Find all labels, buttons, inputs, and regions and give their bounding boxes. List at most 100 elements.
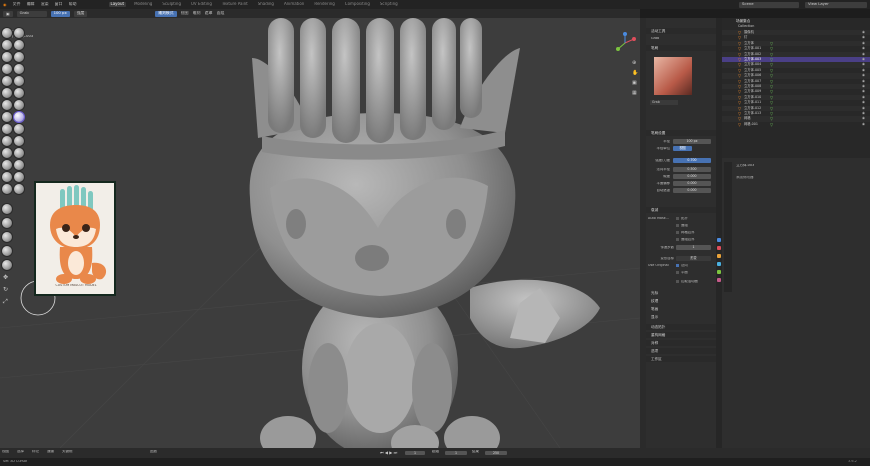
- brush-section-header[interactable]: 笔刷: [646, 45, 716, 51]
- clay-brush-icon[interactable]: [2, 40, 12, 50]
- radius-field[interactable]: 100 px: [50, 10, 70, 17]
- menu-help[interactable]: 帮助: [69, 2, 77, 6]
- orig-normal-checkbox[interactable]: [676, 264, 679, 267]
- collection-row[interactable]: Collection: [722, 24, 870, 29]
- move-tool-icon[interactable]: ✥: [3, 274, 8, 281]
- box-face-set-icon[interactable]: [2, 232, 12, 242]
- active-tool-header[interactable]: 活动工具: [646, 28, 716, 34]
- plane-offset-value[interactable]: 0.000: [673, 181, 711, 186]
- render-tab-icon[interactable]: [717, 246, 721, 250]
- menu-file[interactable]: 文件: [13, 2, 21, 6]
- menu-view[interactable]: 视图: [181, 11, 189, 15]
- scale-tool-icon[interactable]: ⤢: [3, 298, 8, 306]
- scrape-brush-icon[interactable]: [14, 88, 24, 98]
- modifier-tab-icon[interactable]: [717, 262, 721, 266]
- menu-mask[interactable]: 遮罩: [205, 11, 213, 15]
- multires-displacement-icon[interactable]: [14, 184, 24, 194]
- falloff-header[interactable]: 衰减: [646, 207, 716, 213]
- menu-window[interactable]: 窗口: [55, 2, 63, 6]
- data-tab-icon[interactable]: [717, 270, 721, 274]
- nudge-brush-icon[interactable]: [14, 136, 24, 146]
- face-boundary-checkbox[interactable]: [676, 238, 679, 241]
- playback-menu[interactable]: 回放: [150, 450, 157, 454]
- brush-name-field[interactable]: Grab: [650, 100, 678, 105]
- menu-render[interactable]: 渲染: [41, 2, 49, 6]
- display-section[interactable]: 显示: [646, 314, 716, 320]
- end-frame-field[interactable]: 250: [485, 450, 507, 455]
- tab-animation[interactable]: Animation: [282, 2, 306, 6]
- flatten-brush-icon[interactable]: [14, 76, 24, 86]
- inflate-brush-icon[interactable]: [14, 52, 24, 62]
- tab-shading[interactable]: Shading: [256, 2, 276, 6]
- remesh-section[interactable]: 重构网格: [646, 332, 716, 338]
- timeline-channel-menu[interactable]: 通道: [47, 450, 54, 454]
- blender-logo-icon[interactable]: ◉: [3, 2, 7, 7]
- propagation-value[interactable]: 1: [676, 245, 711, 250]
- face-sets-checkbox[interactable]: [676, 224, 679, 227]
- pan-hand-icon[interactable]: ✋: [632, 70, 638, 76]
- pinch-brush-icon[interactable]: [14, 100, 24, 110]
- reference-image[interactable]: CUSTOM MASCOT MODEL: [34, 181, 116, 296]
- view-layer-selector[interactable]: View Layer: [805, 1, 867, 8]
- clay-strips-brush-icon[interactable]: [14, 40, 24, 50]
- start-frame-field[interactable]: 1: [445, 450, 467, 455]
- multiplane-scrape-brush-icon[interactable]: [2, 100, 12, 110]
- property-tab-strip[interactable]: [724, 162, 732, 292]
- boundary-brush-icon[interactable]: [2, 160, 12, 170]
- zoom-icon[interactable]: ⊕: [632, 60, 638, 66]
- topology-checkbox[interactable]: [676, 217, 679, 220]
- elastic-deform-brush-icon[interactable]: [2, 112, 12, 122]
- layer-brush-icon[interactable]: [2, 52, 12, 62]
- smooth-brush-icon[interactable]: [2, 76, 12, 86]
- tab-scripting[interactable]: Scripting: [378, 2, 400, 6]
- tab-layout[interactable]: Layout: [108, 2, 127, 7]
- current-frame-field[interactable]: 1: [405, 450, 425, 455]
- auto-mask-value[interactable]: 0.000: [673, 188, 711, 193]
- timeline-marker-menu[interactable]: 标记: [32, 450, 39, 454]
- timeline-view-menu[interactable]: 视图: [2, 450, 9, 454]
- tab-sculpting[interactable]: Sculpting: [160, 2, 183, 6]
- symmetry-section[interactable]: 对称: [646, 340, 716, 346]
- mask-brush-icon[interactable]: [14, 172, 24, 182]
- grab-brush-icon[interactable]: [14, 112, 24, 122]
- timeline-key-menu[interactable]: 关键帧: [62, 450, 73, 454]
- scene-selector[interactable]: Scene: [739, 1, 799, 8]
- menu-face-sets[interactable]: 面组: [217, 11, 225, 15]
- radius-unit-view[interactable]: 视图: [673, 146, 692, 151]
- crease-brush-icon[interactable]: [14, 64, 24, 74]
- grab-active-checkbox[interactable]: [676, 280, 679, 283]
- rotate-tool-icon[interactable]: ↻: [3, 286, 8, 293]
- add-modifier-button[interactable]: 添加修改器: [736, 176, 754, 180]
- deformation-select[interactable]: 形变: [676, 256, 711, 261]
- rotate-brush-icon[interactable]: [2, 148, 12, 158]
- box-mask-icon[interactable]: [2, 204, 12, 214]
- blob-brush-icon[interactable]: [2, 64, 12, 74]
- menu-sculpt[interactable]: 雕刻: [193, 11, 201, 15]
- tab-uv-editing[interactable]: UV Editing: [189, 2, 214, 6]
- box-hide-icon[interactable]: [2, 218, 12, 228]
- workspace-section[interactable]: 工作区: [646, 356, 716, 362]
- outliner-item[interactable]: ▽ 网格.001 ▽ ◉: [722, 122, 870, 127]
- line-project-icon[interactable]: [2, 260, 12, 270]
- tab-rendering[interactable]: Rendering: [312, 2, 336, 6]
- mode-selector[interactable]: 雕刻模式: [155, 10, 177, 17]
- strength-field[interactable]: 强度: [73, 10, 88, 17]
- simplify-brush-icon[interactable]: [2, 172, 12, 182]
- draw-brush-icon[interactable]: [2, 28, 12, 38]
- snake-hook-brush-icon[interactable]: [2, 124, 12, 134]
- tab-modeling[interactable]: Modeling: [132, 2, 154, 6]
- texture-section[interactable]: 纹理: [646, 298, 716, 304]
- tab-compositing[interactable]: Compositing: [343, 2, 372, 6]
- eye-icon[interactable]: ◉: [862, 122, 865, 127]
- material-tab-icon[interactable]: [717, 278, 721, 282]
- orig-plane-checkbox[interactable]: [676, 271, 679, 274]
- cloth-brush-icon[interactable]: [14, 160, 24, 170]
- object-tab-icon[interactable]: [717, 254, 721, 258]
- fill-brush-icon[interactable]: [2, 88, 12, 98]
- tool-tab-icon[interactable]: [717, 238, 721, 242]
- brush-preview-image[interactable]: [654, 57, 692, 95]
- camera-view-icon[interactable]: ▣: [632, 80, 638, 86]
- thumb-brush-icon[interactable]: [14, 124, 24, 134]
- slide-relax-brush-icon[interactable]: [14, 148, 24, 158]
- timeline-select-menu[interactable]: 选择: [17, 450, 24, 454]
